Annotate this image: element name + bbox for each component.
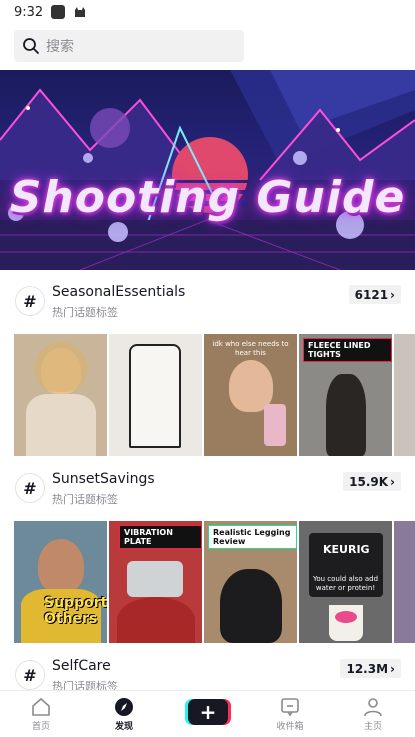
video-thumbnail[interactable]: idk who else needs to hear this xyxy=(204,334,297,456)
create-button[interactable]: + xyxy=(188,699,228,725)
nav-home-label: 首页 xyxy=(31,722,50,732)
topic-subtitle: 热门话题标签 xyxy=(52,306,118,319)
topic-name: SelfCare xyxy=(52,658,111,674)
home-icon xyxy=(32,697,50,716)
bottom-nav: 首页 发现 + 收件箱 主页 xyxy=(0,690,415,737)
thumbnail-drink xyxy=(335,611,357,623)
notification-icon xyxy=(51,5,66,19)
thumbnail-label: Realistic Legging Review xyxy=(208,525,297,549)
banner-artwork xyxy=(0,70,415,270)
nav-discover-label: 发现 xyxy=(114,722,133,732)
video-thumbnail[interactable]: Realistic Legging Review xyxy=(204,521,297,643)
topic-count-badge[interactable]: 15.9K › xyxy=(343,472,401,491)
topic-count: 6121 xyxy=(354,287,389,302)
thumbnail-label: VIBRATION PLATE xyxy=(119,525,202,549)
thumbnail-overlay-text: Support Others xyxy=(44,595,107,627)
thumbnail-bottle xyxy=(264,404,286,446)
thumbnail-person xyxy=(37,539,84,593)
video-thumbnail-partial[interactable] xyxy=(394,521,415,643)
topic-count-badge[interactable]: 12.3M › xyxy=(340,659,401,678)
thumbnail-strip: Support Others VIBRATION PLATE Realistic… xyxy=(14,521,415,643)
thumbnail-body xyxy=(25,394,96,456)
topic-row-seasonal-essentials[interactable]: # SeasonalEssentials 热门话题标签 6121 › xyxy=(0,278,415,330)
video-thumbnail[interactable] xyxy=(109,334,202,456)
thumbnail-legs xyxy=(116,597,195,643)
thumbnail-strip: idk who else needs to hear this FLEECE L… xyxy=(14,334,415,456)
plus-icon: + xyxy=(199,700,217,724)
nav-inbox-label: 收件箱 xyxy=(276,722,304,732)
nav-profile[interactable]: 主页 xyxy=(343,697,403,732)
search-bar: 搜索 xyxy=(0,24,415,70)
topic-row-sunset-savings[interactable]: # SunsetSavings 热门话题标签 15.9K › xyxy=(0,465,415,517)
video-thumbnail[interactable]: KEURIG You could also add water or prote… xyxy=(299,521,392,643)
thumbnail-caption: idk who else needs to hear this xyxy=(212,340,289,357)
android-icon xyxy=(75,7,86,17)
status-bar: 9:32 xyxy=(0,0,415,24)
topic-name: SeasonalEssentials xyxy=(52,284,186,300)
video-thumbnail[interactable]: FLEECE LINED TIGHTS xyxy=(299,334,392,456)
nav-inbox[interactable]: 收件箱 xyxy=(260,697,320,732)
chevron-right-icon: › xyxy=(390,474,395,489)
chevron-right-icon: › xyxy=(390,287,395,302)
topic-count: 15.9K xyxy=(349,474,389,489)
video-thumbnail-partial[interactable] xyxy=(394,334,415,456)
status-time: 9:32 xyxy=(14,4,44,20)
compass-icon xyxy=(115,698,133,716)
discover-screen: 9:32 搜索 Shooting Guide # SeasonalEssenti… xyxy=(0,0,415,737)
thumbnail-label: FLEECE LINED TIGHTS xyxy=(303,338,392,362)
search-input[interactable]: 搜索 xyxy=(14,30,244,62)
nav-home[interactable]: 首页 xyxy=(11,697,71,732)
search-icon xyxy=(23,38,39,54)
video-thumbnail[interactable]: Support Others xyxy=(14,521,107,643)
topic-name: SunsetSavings xyxy=(52,471,155,487)
thumbnail-dress xyxy=(129,344,181,448)
chevron-right-icon: › xyxy=(390,661,395,676)
hashtag-icon: # xyxy=(15,473,45,503)
thumbnail-plate xyxy=(127,561,183,597)
thumbnail-caption: You could also add water or protein! xyxy=(312,575,379,592)
banner-title: Shooting Guide xyxy=(9,172,406,223)
topic-count-badge[interactable]: 6121 › xyxy=(348,285,401,304)
topic-subtitle: 热门话题标签 xyxy=(52,493,118,506)
topic-count: 12.3M xyxy=(346,661,389,676)
nav-profile-label: 主页 xyxy=(363,722,382,732)
hashtag-icon: # xyxy=(15,286,45,316)
hashtag-icon: # xyxy=(15,660,45,690)
nav-discover[interactable]: 发现 xyxy=(94,697,154,732)
thumbnail-hair xyxy=(34,342,87,392)
thumbnail-person xyxy=(325,374,366,456)
search-placeholder: 搜索 xyxy=(46,39,74,55)
thumbnail-brand: KEURIG xyxy=(323,543,370,556)
thumbnail-person xyxy=(219,569,282,643)
shooting-guide-banner[interactable]: Shooting Guide xyxy=(0,70,415,270)
video-thumbnail[interactable] xyxy=(14,334,107,456)
video-thumbnail[interactable]: VIBRATION PLATE xyxy=(109,521,202,643)
profile-icon xyxy=(364,698,382,717)
inbox-icon xyxy=(281,698,299,717)
